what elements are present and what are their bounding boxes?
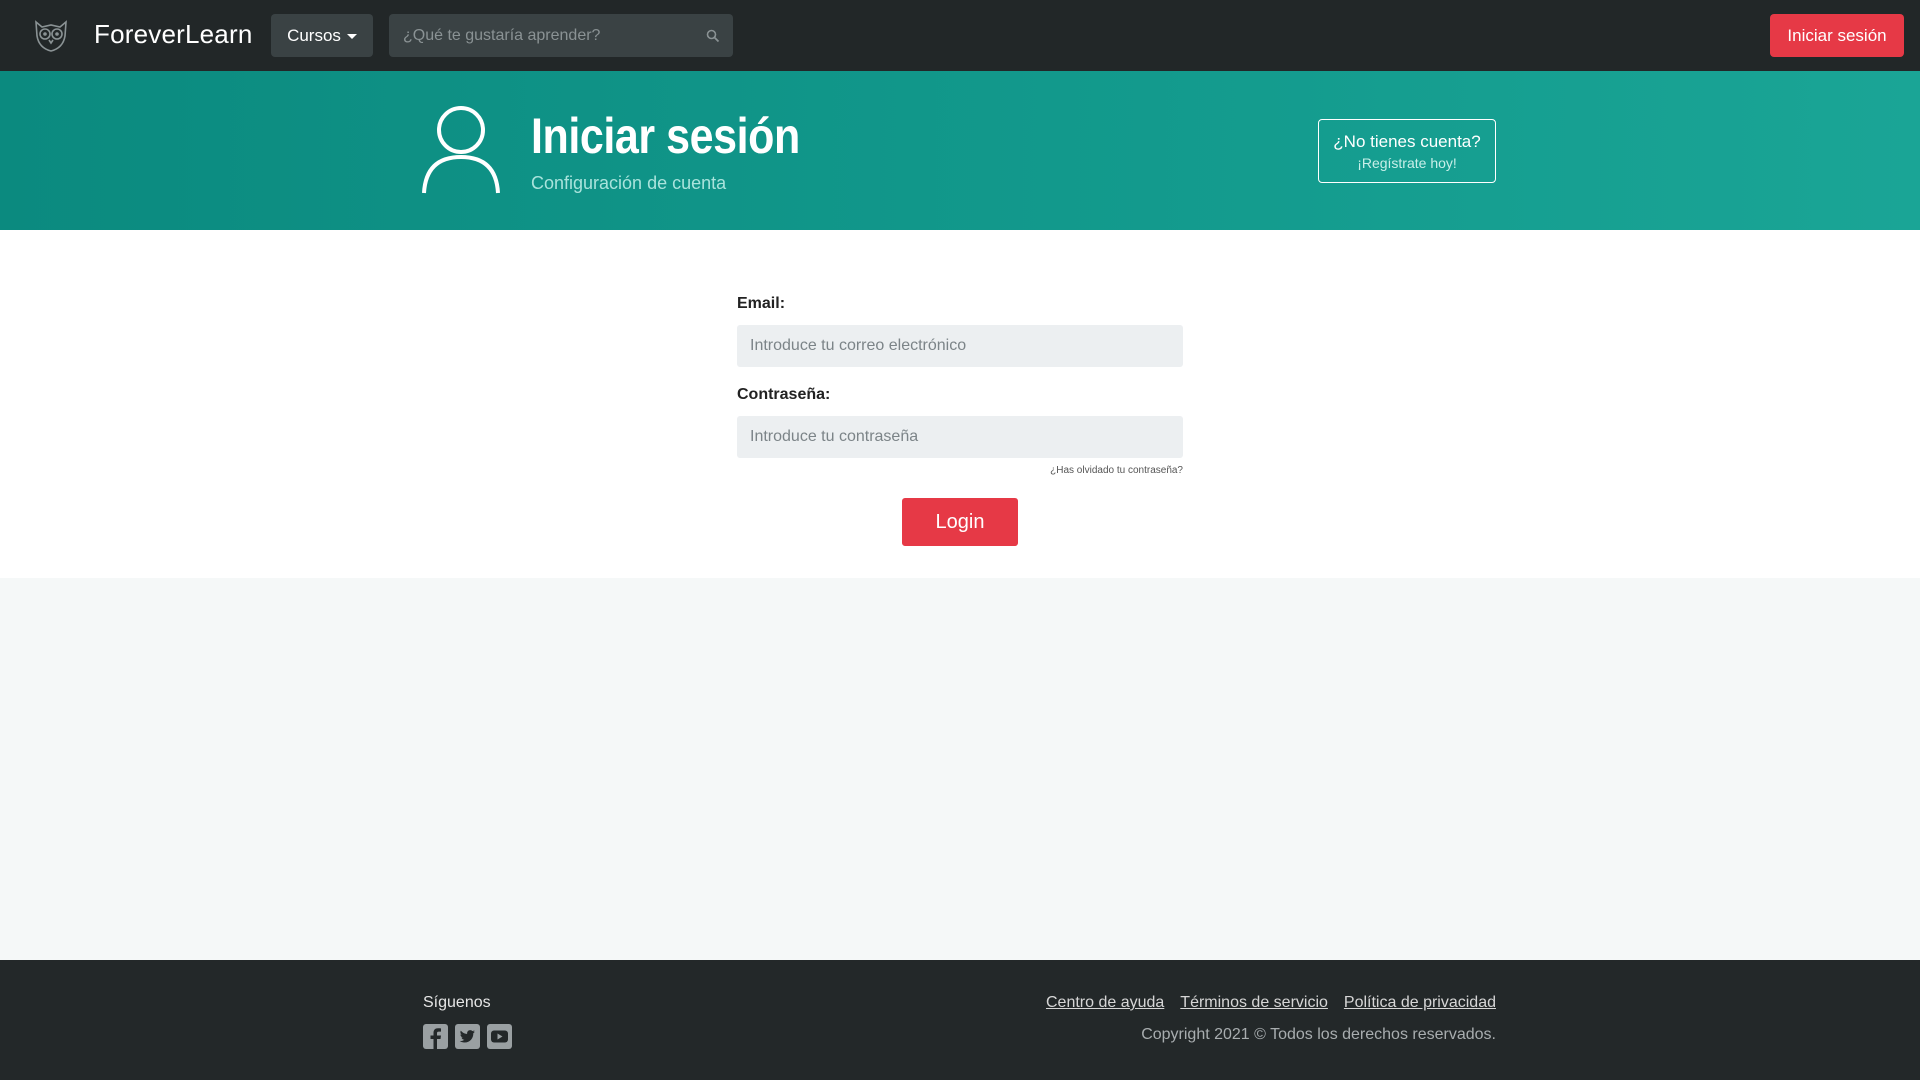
register-button[interactable]: ¿No tienes cuenta? ¡Regístrate hoy! (1318, 119, 1496, 183)
caret-down-icon (346, 34, 357, 39)
page-subtitle: Configuración de cuenta (531, 173, 727, 193)
search-bar (389, 14, 733, 57)
register-cta: ¡Regístrate hoy! (1357, 154, 1457, 171)
email-field[interactable] (737, 325, 1183, 367)
follow-us-label: Síguenos (423, 994, 491, 1011)
nav-login-button[interactable]: Iniciar sesión (1770, 14, 1904, 57)
help-center-link[interactable]: Centro de ayuda (1046, 994, 1164, 1012)
email-label: Email: (737, 295, 786, 312)
password-field[interactable] (737, 416, 1183, 458)
terms-link[interactable]: Términos de servicio (1180, 994, 1328, 1012)
forgot-password-link[interactable]: ¿Has olvidado tu contraseña? (737, 465, 1183, 476)
facebook-icon[interactable] (423, 1024, 448, 1049)
brand-name[interactable]: ForeverLearn (94, 19, 252, 50)
footer: Síguenos Centro de ayuda Términos de ser… (0, 960, 1920, 1080)
youtube-icon[interactable] (487, 1024, 512, 1049)
search-input[interactable] (389, 14, 693, 57)
owl-logo-icon[interactable] (32, 16, 70, 54)
login-form: Email: Contraseña: ¿Has olvidado tu cont… (737, 295, 1183, 476)
user-icon (422, 106, 500, 194)
register-question: ¿No tienes cuenta? (1333, 131, 1481, 151)
top-navbar: ForeverLearn Cursos Iniciar sesión (0, 0, 1920, 71)
login-button[interactable]: Login (902, 498, 1018, 546)
page-title: Iniciar sesión (531, 108, 800, 164)
twitter-icon[interactable] (455, 1024, 480, 1049)
search-icon[interactable] (693, 14, 733, 57)
social-links (423, 1024, 512, 1049)
page-header-banner: Iniciar sesión Configuración de cuenta ¿… (0, 71, 1920, 230)
copyright-text: Copyright 2021 © Todos los derechos rese… (1141, 1026, 1496, 1043)
courses-label: Cursos (287, 25, 341, 45)
privacy-link[interactable]: Política de privacidad (1344, 994, 1496, 1012)
courses-dropdown-button[interactable]: Cursos (271, 14, 373, 57)
password-label: Contraseña: (737, 386, 831, 403)
footer-links: Centro de ayuda Términos de servicio Pol… (1046, 994, 1496, 1012)
